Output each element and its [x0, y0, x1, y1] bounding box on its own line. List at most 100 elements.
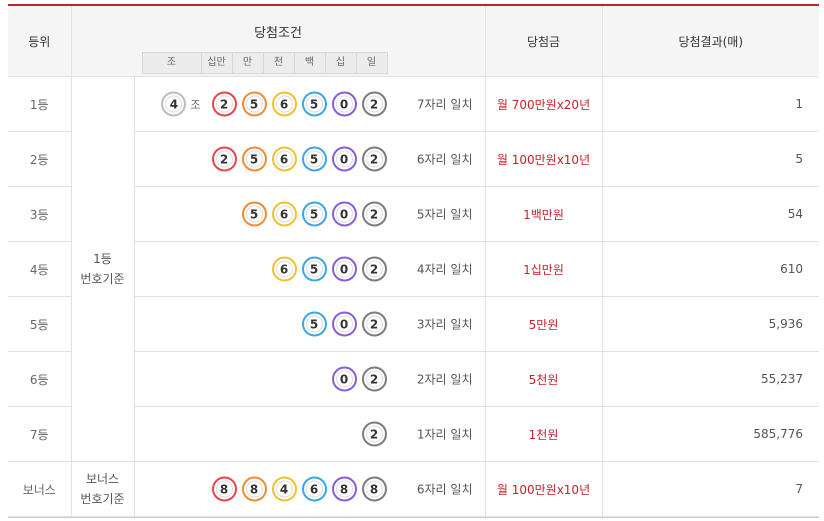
place-label-100: 백	[294, 52, 326, 74]
prize-cell: 5만원	[484, 296, 603, 352]
rank-cell: 3등	[8, 186, 72, 242]
rank-header: 등위	[8, 6, 72, 77]
condition-cell: 0 2 2자리 일치	[133, 351, 486, 407]
winner-count-cell: 1	[601, 76, 819, 132]
number-ball: 8	[211, 476, 237, 502]
table-header-row: 등위 당첨조건 조 십만 만 천 백 십 일 당첨금 당첨결과(매)	[8, 6, 819, 77]
place-label-jo: 조	[141, 52, 202, 74]
condition-header-title: 당첨조건	[254, 26, 302, 41]
number-ball: 6	[271, 146, 297, 172]
condition-cell: 2 1자리 일치	[133, 406, 486, 462]
number-ball: 5	[301, 311, 327, 337]
table-body: 1등 1등 번호기준 4 조 2 5 6 5 0 2 7자리 일치 월 700만원x20년 1 2등 2 5 6 5…	[8, 76, 819, 517]
basis-cell: 보너스번호기준	[70, 461, 135, 517]
place-label-10: 십	[325, 52, 357, 74]
rank-cell: 6등	[8, 351, 72, 407]
rank-cell: 5등	[8, 296, 72, 352]
winner-count-cell: 54	[601, 186, 819, 242]
winner-count-cell: 7	[601, 461, 819, 517]
prize-table: 등위 당첨조건 조 십만 만 천 백 십 일 당첨금 당첨결과(매) 1등 1등 번…	[8, 6, 819, 517]
group-ball: 4	[161, 91, 187, 117]
basis-line: 번호기준	[80, 492, 125, 506]
prize-cell: 1십만원	[484, 241, 603, 297]
table-row: 1등 1등 번호기준 4 조 2 5 6 5 0 2 7자리 일치 월 700만원x20년 1	[8, 76, 819, 462]
number-ball: 5	[301, 256, 327, 282]
number-ball: 6	[271, 91, 297, 117]
number-ball: 2	[361, 311, 387, 337]
prize-cell: 월 700만원x20년	[484, 76, 603, 132]
match-text: 5자리 일치	[416, 207, 473, 222]
number-balls: 56502	[237, 201, 387, 227]
number-ball: 0	[331, 256, 357, 282]
place-label-1k: 천	[263, 52, 295, 74]
match-text: 4자리 일치	[416, 262, 473, 277]
basis-line: 번호기준	[80, 272, 125, 286]
winner-count-cell: 585,776	[601, 406, 819, 462]
place-label-1: 일	[356, 52, 388, 74]
condition-cell: 6 5 0 2 4자리 일치	[133, 241, 486, 297]
number-ball: 6	[271, 201, 297, 227]
number-balls: 6502	[267, 256, 387, 282]
number-ball: 5	[241, 201, 267, 227]
number-balls: 884688	[207, 476, 387, 502]
prize-cell: 월 100만원x10년	[484, 131, 603, 187]
number-ball: 0	[331, 91, 357, 117]
number-ball: 5	[301, 91, 327, 117]
condition-cell: 2 5 6 5 0 2 6자리 일치	[133, 131, 486, 187]
number-ball: 0	[331, 311, 357, 337]
number-balls: 256502	[207, 146, 387, 172]
rank-cell: 1등	[8, 76, 72, 132]
basis-line: 보너스	[85, 472, 120, 486]
rank-cell: 4등	[8, 241, 72, 297]
number-balls: 02	[327, 366, 387, 392]
match-text: 1자리 일치	[416, 427, 473, 442]
number-ball: 2	[361, 366, 387, 392]
basis-line: 1등	[93, 252, 112, 266]
number-ball: 0	[331, 201, 357, 227]
number-ball: 8	[331, 476, 357, 502]
place-label-10k: 만	[232, 52, 264, 74]
number-ball: 0	[331, 146, 357, 172]
group-label: 조	[190, 98, 201, 111]
basis-cell: 1등번호기준	[70, 76, 135, 462]
prize-table-wrapper: 등위 당첨조건 조 십만 만 천 백 십 일 당첨금 당첨결과(매) 1등 1등 번…	[8, 4, 819, 518]
number-balls: 502	[297, 311, 387, 337]
number-ball: 5	[301, 146, 327, 172]
condition-header: 당첨조건 조 십만 만 천 백 십 일	[70, 6, 486, 77]
number-ball: 4	[271, 476, 297, 502]
prize-cell: 5천원	[484, 351, 603, 407]
result-header: 당첨결과(매)	[601, 6, 819, 77]
place-label-100k: 십만	[201, 52, 233, 74]
number-ball: 8	[361, 476, 387, 502]
place-value-labels: 조 십만 만 천 백 십 일	[141, 52, 388, 74]
number-ball: 2	[361, 256, 387, 282]
number-ball: 8	[241, 476, 267, 502]
winner-count-cell: 610	[601, 241, 819, 297]
winner-count-cell: 5	[601, 131, 819, 187]
rank-cell: 7등	[8, 406, 72, 462]
match-text: 6자리 일치	[416, 152, 473, 167]
condition-cell: 5 6 5 0 2 5자리 일치	[133, 186, 486, 242]
number-ball: 6	[301, 476, 327, 502]
prize-cell: 1천원	[484, 406, 603, 462]
match-text: 3자리 일치	[416, 317, 473, 332]
number-balls: 4조256502	[156, 91, 387, 117]
match-text: 7자리 일치	[416, 97, 473, 112]
number-balls: 2	[357, 421, 387, 447]
number-ball: 2	[211, 91, 237, 117]
winner-count-cell: 5,936	[601, 296, 819, 352]
condition-cell: 5 0 2 3자리 일치	[133, 296, 486, 352]
number-ball: 0	[331, 366, 357, 392]
match-text: 2자리 일치	[416, 372, 473, 387]
prize-header: 당첨금	[484, 6, 603, 77]
condition-cell: 8 8 4 6 8 8 6자리 일치	[133, 461, 486, 517]
condition-cell: 4 조 2 5 6 5 0 2 7자리 일치	[133, 76, 486, 132]
number-ball: 6	[271, 256, 297, 282]
prize-cell: 월 100만원x10년	[484, 461, 603, 517]
number-ball: 5	[301, 201, 327, 227]
rank-cell: 보너스	[8, 461, 72, 517]
winner-count-cell: 55,237	[601, 351, 819, 407]
prize-cell: 1백만원	[484, 186, 603, 242]
number-ball: 5	[241, 146, 267, 172]
bonus-row: 보너스 보너스 번호기준 8 8 4 6 8 8 6자리 일치 월 100만원x10년 7	[8, 461, 819, 517]
